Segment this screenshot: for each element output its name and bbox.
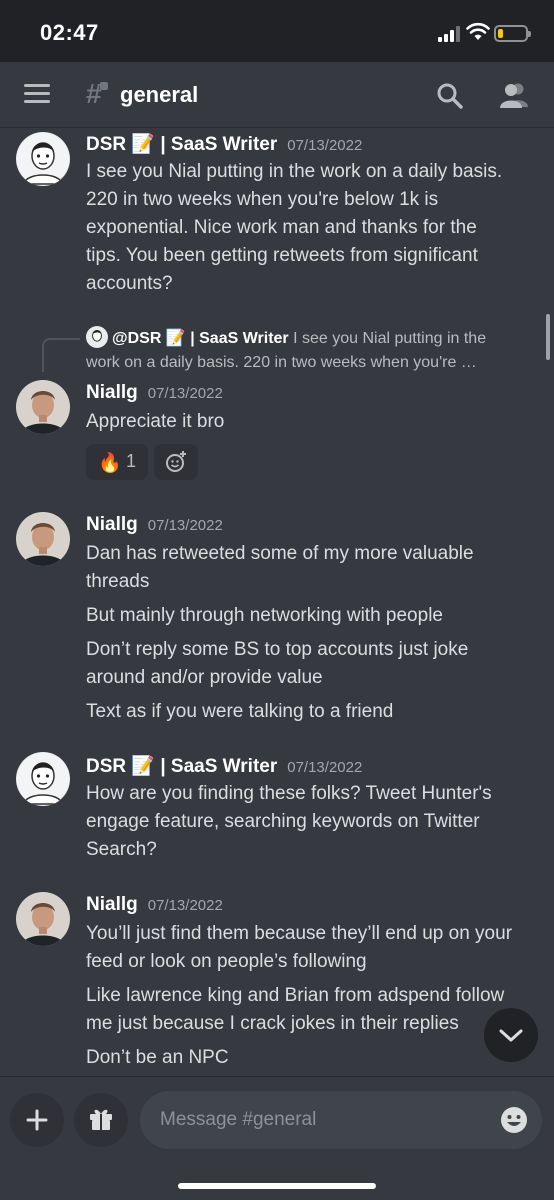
username[interactable]: DSR 📝 | SaaS Writer [86,756,277,777]
add-attachment-button[interactable] [10,1093,64,1147]
message-input[interactable] [140,1091,542,1149]
reply-text: I see you Nial putting in the [293,330,487,347]
message-header: DSR 📝 | SaaS Writer 07/13/2022 [86,132,362,156]
reply-username[interactable]: @DSR 📝 | SaaS Writer [112,330,289,347]
message-text: You’ll just find them because they’ll en… [86,923,513,944]
battery-icon [494,25,531,42]
message-header: Niallg 07/13/2022 [86,894,223,916]
message-text: But mainly through networking with peopl… [86,605,443,626]
username[interactable]: Niallg [86,894,138,915]
reply-preview[interactable]: @DSR 📝 | SaaS Writer I see you Nial putt… [86,326,538,375]
message-text: Search? [86,839,157,860]
niallg-avatar[interactable] [16,892,70,946]
battery-fill [498,29,503,38]
dsr-avatar[interactable] [16,132,70,186]
username[interactable]: Niallg [86,382,138,403]
channel-name[interactable]: general [120,82,198,108]
message-text: me just because I crack jokes in their r… [86,1013,459,1034]
message-text: engage feature, searching keywords on Tw… [86,811,480,832]
message-text: threads [86,571,150,592]
message-text: feed or look on people’s following [86,951,367,972]
timestamp: 07/13/2022 [287,137,363,154]
message-list[interactable]: DSR 📝 | SaaS Writer 07/13/2022 I see you … [0,128,554,1076]
niallg-avatar[interactable] [16,512,70,566]
dsr-avatar[interactable] [16,752,70,806]
reply-connector [42,338,80,372]
user-photo-icon [16,512,70,566]
status-time: 02:47 [40,20,99,45]
reaction-count: 1 [126,451,137,471]
niallg-avatar[interactable] [16,380,70,434]
fire-reaction-button[interactable]: 🔥 1 [86,444,148,480]
message-text: Dan has retweeted some of my more valuab… [86,543,474,564]
message-header: Niallg 07/13/2022 [86,382,223,404]
fire-emoji-icon: 🔥 [98,453,122,474]
message-text: I see you Nial putting in the work on a … [86,161,503,182]
channel-header: # general [0,62,554,128]
channel-lock-icon [100,82,108,90]
wifi-icon [466,22,490,40]
message-text: Text as if you were talking to a friend [86,701,394,722]
gift-nitro-button[interactable] [74,1093,128,1147]
scrollbar-thumb[interactable] [546,314,550,360]
timestamp: 07/13/2022 [147,385,223,402]
message-text: How are you finding these folks? Tweet H… [86,783,492,804]
message-text: Don’t reply some BS to top accounts just… [86,639,469,660]
emoji-picker-icon[interactable] [500,1106,528,1134]
username[interactable]: DSR 📝 | SaaS Writer [86,134,277,155]
add-reaction-button[interactable] [154,444,198,480]
message-text: accounts? [86,273,173,294]
user-photo-icon [16,380,70,434]
timestamp: 07/13/2022 [147,517,223,534]
message-header: Niallg 07/13/2022 [86,514,223,536]
chevron-down-icon [499,1029,523,1042]
timestamp: 07/13/2022 [287,759,363,776]
reply-avatar [86,326,108,348]
message-text: 220 in two weeks when you're below 1k is [86,189,439,210]
gift-icon [90,1109,112,1130]
reply-text: work on a daily basis. 220 in two weeks … [86,354,477,371]
add-reaction-icon [166,451,186,472]
message-text: around and/or provide value [86,667,323,688]
members-icon[interactable] [498,81,530,109]
message-text: Like lawrence king and Brian from adspen… [86,985,505,1006]
message-header: DSR 📝 | SaaS Writer 07/13/2022 [86,754,362,778]
message-text: Don’t be an NPC [86,1047,229,1068]
message-text: exponential. Nice work man and thanks fo… [86,217,477,238]
message-composer [0,1076,554,1200]
message-text: Appreciate it bro [86,411,225,432]
search-icon[interactable] [436,82,464,110]
timestamp: 07/13/2022 [147,897,223,914]
cellular-signal-icon [438,26,460,42]
plus-icon [26,1109,48,1131]
hamburger-menu-icon[interactable] [24,84,50,104]
user-portrait-icon [17,133,69,185]
status-bar: 02:47 [0,0,554,62]
jump-to-present-button[interactable] [484,1008,538,1062]
user-portrait-icon [17,753,69,805]
user-photo-icon [16,892,70,946]
message-text: tips. You been getting retweets from sig… [86,245,478,266]
username[interactable]: Niallg [86,514,138,535]
home-indicator[interactable] [178,1183,376,1189]
